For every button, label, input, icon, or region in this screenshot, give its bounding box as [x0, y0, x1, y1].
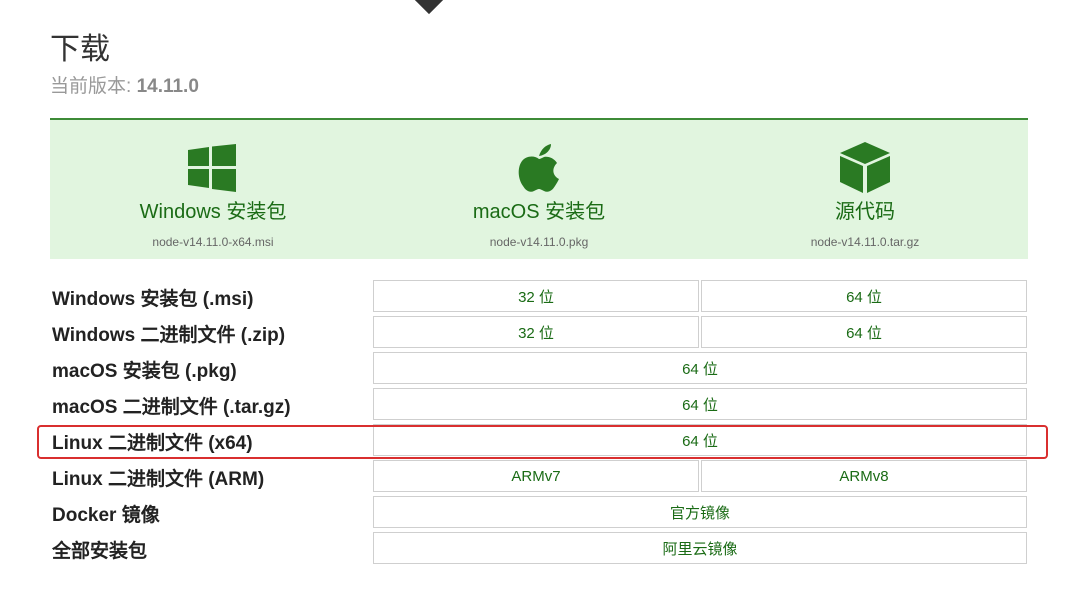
macos-pkg-64bit-link[interactable]: 64 位 — [373, 352, 1027, 384]
source-cube-icon — [839, 142, 891, 194]
table-row: Windows 二进制文件 (.zip) 32 位 64 位 — [50, 314, 1028, 348]
windows-installer-filename: node-v14.11.0-x64.msi — [152, 235, 274, 249]
macos-installer-filename: node-v14.11.0.pkg — [489, 235, 589, 249]
windows-installer-card[interactable]: Windows 安装包 node-v14.11.0-x64.msi — [50, 120, 376, 259]
source-code-filename: node-v14.11.0.tar.gz — [810, 235, 920, 249]
row-label: 全部安装包 — [52, 541, 148, 562]
table-row: Linux 二进制文件 (ARM) ARMv7 ARMv8 — [50, 458, 1028, 492]
row-label: Windows 安装包 (.msi) — [52, 289, 254, 310]
version-value: 14.11.0 — [136, 76, 199, 97]
row-label: macOS 二进制文件 (.tar.gz) — [52, 397, 291, 418]
table-row: macOS 二进制文件 (.tar.gz) 64 位 — [50, 386, 1028, 420]
windows-msi-64bit-link[interactable]: 64 位 — [701, 280, 1027, 312]
download-hero-panel: Windows 安装包 node-v14.11.0-x64.msi macOS … — [50, 118, 1028, 259]
windows-msi-32bit-link[interactable]: 32 位 — [373, 280, 699, 312]
row-label: Linux 二进制文件 (x64) — [52, 433, 253, 454]
row-label: Windows 二进制文件 (.zip) — [52, 325, 286, 346]
windows-installer-label: Windows 安装包 — [139, 201, 287, 223]
macos-installer-label: macOS 安装包 — [472, 201, 606, 223]
row-label: macOS 安装包 (.pkg) — [52, 361, 237, 382]
macos-tar-64bit-link[interactable]: 64 位 — [373, 388, 1027, 420]
aliyun-mirror-link[interactable]: 阿里云镜像 — [373, 532, 1027, 564]
version-label: 当前版本: — [50, 76, 137, 97]
row-label: Linux 二进制文件 (ARM) — [52, 469, 265, 490]
table-row: Docker 镜像 官方镜像 — [50, 494, 1028, 528]
row-label: Docker 镜像 — [52, 505, 160, 526]
source-code-label: 源代码 — [835, 201, 895, 223]
docker-official-image-link[interactable]: 官方镜像 — [373, 496, 1027, 528]
table-row: Linux 二进制文件 (x64) 64 位 — [50, 422, 1028, 456]
table-row: Windows 安装包 (.msi) 32 位 64 位 — [50, 278, 1028, 312]
page-title: 下载 — [50, 33, 110, 66]
windows-logo-icon — [187, 142, 239, 194]
linux-armv8-link[interactable]: ARMv8 — [701, 460, 1027, 492]
linux-armv7-link[interactable]: ARMv7 — [373, 460, 699, 492]
windows-zip-32bit-link[interactable]: 32 位 — [373, 316, 699, 348]
table-row: 全部安装包 阿里云镜像 — [50, 530, 1028, 564]
linux-x64-64bit-link[interactable]: 64 位 — [373, 424, 1027, 456]
table-row: macOS 安装包 (.pkg) 64 位 — [50, 350, 1028, 384]
macos-installer-card[interactable]: macOS 安装包 node-v14.11.0.pkg — [376, 120, 702, 259]
windows-zip-64bit-link[interactable]: 64 位 — [701, 316, 1027, 348]
apple-logo-icon — [513, 142, 565, 194]
source-code-card[interactable]: 源代码 node-v14.11.0.tar.gz — [702, 120, 1028, 259]
current-version: 当前版本: 14.11.0 — [50, 71, 199, 98]
dropdown-pointer — [414, 0, 444, 15]
